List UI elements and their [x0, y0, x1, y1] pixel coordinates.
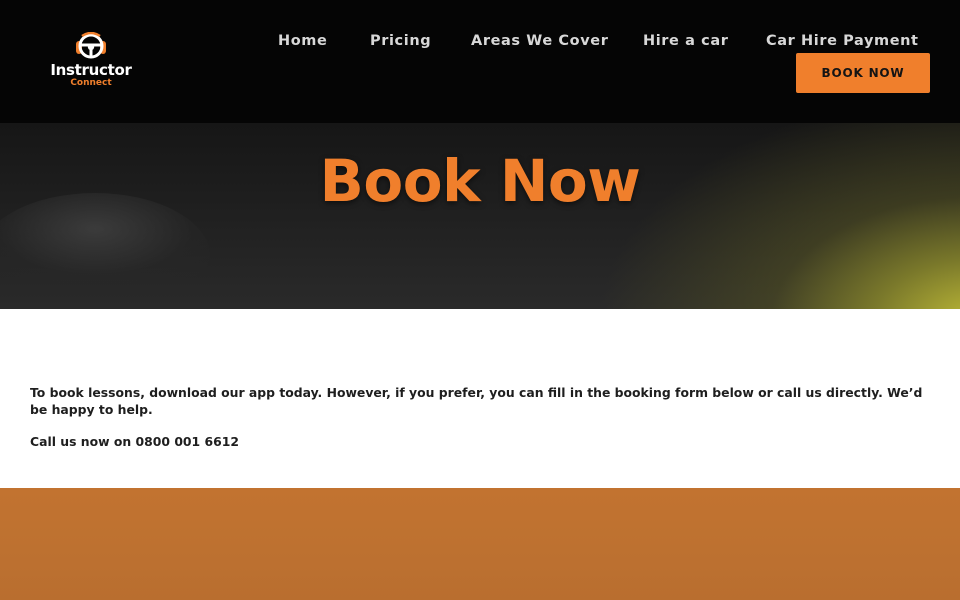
nav-areas-we-cover[interactable]: Areas We Cover [471, 33, 608, 49]
call-us-text: Call us now on 0800 001 6612 [30, 434, 239, 449]
book-now-button[interactable]: BOOK NOW [796, 53, 930, 93]
hero-banner: Book Now [0, 123, 960, 309]
nav-pricing[interactable]: Pricing [370, 33, 431, 49]
steering-wheel-icon [76, 32, 106, 59]
nav-home[interactable]: Home [278, 33, 327, 49]
booking-form-section [0, 488, 960, 600]
booking-intro-section: To book lessons, download our app today.… [0, 309, 960, 488]
nav-car-hire-payment[interactable]: Car Hire Payment [766, 33, 919, 49]
brand-sub: Connect [70, 78, 112, 88]
brand-logo[interactable]: Instructor Connect [46, 32, 136, 92]
brand-name: Instructor [50, 61, 132, 79]
page-title: Book Now [319, 147, 641, 215]
nav-hire-a-car[interactable]: Hire a car [643, 33, 729, 49]
site-header: Instructor Connect Home Pricing Areas We… [0, 0, 960, 123]
booking-intro-text: To book lessons, download our app today.… [30, 385, 923, 417]
